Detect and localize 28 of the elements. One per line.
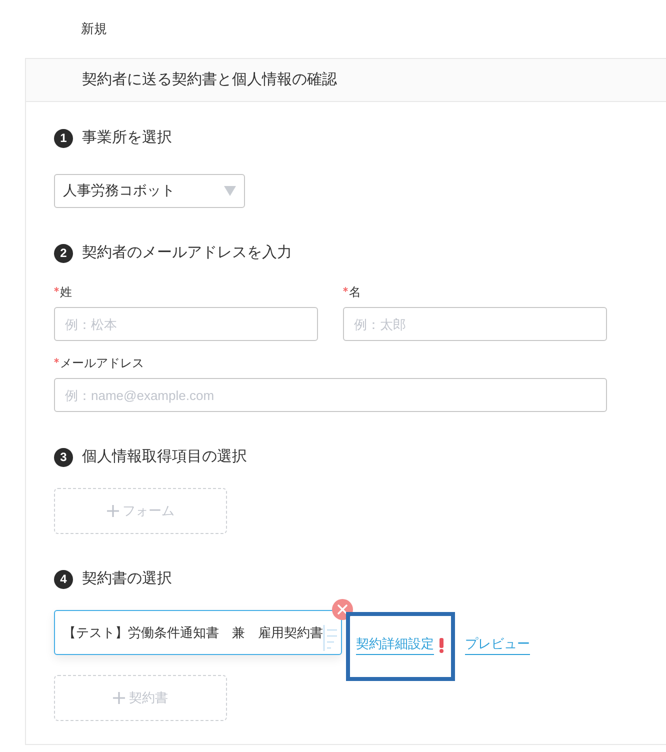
panel-title: 契約者に送る契約書と個人情報の確認: [82, 70, 337, 90]
field-label: 姓: [60, 284, 72, 300]
step-title: 個人情報取得項目の選択: [82, 447, 247, 467]
link[interactable]: 契約詳細設定: [356, 635, 434, 655]
link[interactable]: プレビュー: [465, 635, 530, 655]
step-title: 契約書の選択: [82, 569, 172, 589]
close-icon[interactable]: [332, 599, 353, 620]
input-field[interactable]: 例：太郎: [343, 307, 607, 341]
page-title: 新規: [81, 20, 107, 38]
caret-icon: [224, 186, 236, 196]
field-label: メールアドレス: [60, 355, 144, 371]
step-title: 事業所を選択: [82, 128, 172, 148]
input-field[interactable]: 例：name@example.com: [54, 378, 607, 412]
list-icon: [323, 624, 337, 650]
select-field[interactable]: 人事労務コボット: [54, 174, 245, 208]
plus-icon: [113, 692, 125, 704]
add-form-button[interactable]: フォーム: [54, 488, 227, 534]
step-title: 契約者のメールアドレスを入力: [82, 243, 292, 263]
add-contract-button[interactable]: 契約書: [54, 675, 227, 721]
step-number: 1: [54, 128, 73, 148]
contract-card[interactable]: 【テスト】労働条件通知書 兼 雇用契約書: [54, 610, 342, 655]
plus-icon: [106, 505, 118, 517]
field-label: 名: [349, 284, 361, 300]
step-number: 2: [54, 244, 73, 262]
step-number: 4: [54, 570, 73, 588]
contract-name: 【テスト】労働条件通知書 兼 雇用契約書: [63, 624, 323, 642]
step-number: 3: [54, 448, 73, 466]
input-field[interactable]: 例：松本: [54, 307, 318, 341]
